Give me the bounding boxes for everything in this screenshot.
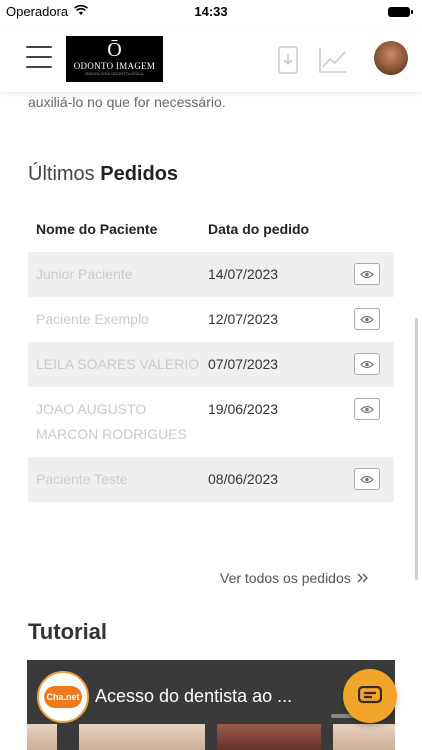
view-order-button[interactable] <box>354 353 380 375</box>
video-thumbnail <box>333 724 395 750</box>
column-header-date: Data do pedido <box>208 221 310 237</box>
patient-name: Paciente Exemplo <box>36 311 149 327</box>
eye-icon <box>360 475 374 483</box>
video-thumbnail <box>79 724 205 750</box>
download-icon[interactable] <box>278 46 298 79</box>
tutorial-title: Tutorial <box>28 619 108 644</box>
status-bar: Operadora 14:33 <box>0 0 422 24</box>
orders-title-bold: Pedidos <box>100 163 179 185</box>
intro-text: auxiliá-lo no que for necessário. <box>28 94 226 110</box>
logo-mark: Ō <box>107 39 122 61</box>
patient-name: JOAO AUGUSTO MARCON RODRIGUES <box>36 401 187 442</box>
order-date: 14/07/2023 <box>208 266 279 282</box>
user-avatar[interactable] <box>374 41 408 75</box>
orders-table: Junior Paciente 14/07/2023 Paciente Exem… <box>28 252 394 502</box>
chat-icon <box>358 686 382 704</box>
patient-name: Junior Paciente <box>36 266 133 282</box>
orders-title: Últimos Pedidos <box>28 163 178 186</box>
table-row: Paciente Exemplo 12/07/2023 <box>28 297 394 342</box>
channel-logo-text: Cha.net <box>44 686 82 708</box>
scrollbar[interactable] <box>415 318 418 580</box>
battery-icon <box>388 7 413 17</box>
logo-text: ODONTO IMAGEM <box>73 61 156 71</box>
logo-subtitle: RADIOLOGIA ODONTOLÓGICA <box>85 71 144 76</box>
order-date: 07/07/2023 <box>208 356 279 372</box>
eye-icon <box>360 360 374 368</box>
video-thumbnail <box>27 724 57 750</box>
view-order-button[interactable] <box>354 308 380 330</box>
video-thumbnail <box>217 724 321 750</box>
table-row: JOAO AUGUSTO MARCON RODRIGUES 19/06/2023 <box>28 387 394 457</box>
column-header-patient: Nome do Paciente <box>36 221 158 237</box>
table-row: Paciente Teste 08/06/2023 <box>28 457 394 502</box>
order-date: 12/07/2023 <box>208 311 279 327</box>
order-date: 19/06/2023 <box>208 401 279 417</box>
table-row: LEILA SOARES VALERIO 07/07/2023 <box>28 342 394 387</box>
chart-icon[interactable] <box>318 46 348 79</box>
menu-icon[interactable] <box>26 46 52 68</box>
eye-icon <box>360 315 374 323</box>
patient-name: Paciente Teste <box>36 471 128 487</box>
video-title: Acesso do dentista ao ... <box>95 686 293 706</box>
orders-title-prefix: Últimos <box>28 163 95 185</box>
video-thumbnail-strip <box>27 724 395 750</box>
clock: 14:33 <box>194 4 228 19</box>
eye-icon <box>360 270 374 278</box>
order-date: 08/06/2023 <box>208 471 279 487</box>
channel-logo[interactable]: Cha.net <box>37 671 89 723</box>
odonto-imagem-logo[interactable]: Ō ODONTO IMAGEM RADIOLOGIA ODONTOLÓGICA <box>66 36 163 82</box>
view-all-label: Ver todos os pedidos <box>220 570 351 586</box>
view-order-button[interactable] <box>354 263 380 285</box>
chat-button[interactable] <box>343 669 397 723</box>
view-all-orders-link[interactable]: Ver todos os pedidos <box>220 570 369 586</box>
view-order-button[interactable] <box>354 468 380 490</box>
view-order-button[interactable] <box>354 398 380 420</box>
double-chevron-right-icon <box>357 570 369 586</box>
eye-icon <box>360 405 374 413</box>
patient-name: LEILA SOARES VALERIO <box>36 356 200 372</box>
table-row: Junior Paciente 14/07/2023 <box>28 252 394 297</box>
app-header: Ō ODONTO IMAGEM RADIOLOGIA ODONTOLÓGICA <box>0 30 422 92</box>
